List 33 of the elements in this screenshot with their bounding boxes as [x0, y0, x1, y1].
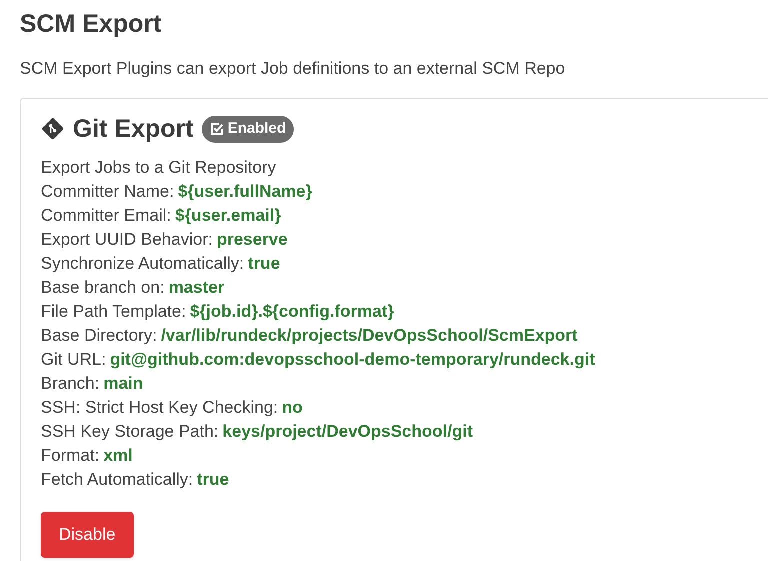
plugin-description: Export Jobs to a Git Repository — [41, 157, 276, 179]
property-value: main — [104, 373, 144, 395]
property-value: keys/project/DevOpsSchool/git — [222, 421, 474, 443]
property-value: ${job.id}.${config.format} — [190, 301, 394, 323]
property-label: Base Directory: — [41, 325, 158, 347]
property-label: Fetch Automatically: — [41, 469, 194, 491]
checkbox-check-icon — [210, 122, 224, 136]
property-value: ${user.fullName} — [178, 181, 312, 203]
property-label: File Path Template: — [41, 301, 186, 323]
enabled-badge: Enabled — [202, 116, 294, 142]
property-value: master — [168, 277, 225, 299]
property-label: Base branch on: — [41, 277, 165, 299]
property-value: /var/lib/rundeck/projects/DevOpsSchool/ScmExport — [161, 325, 578, 347]
property-label: Committer Name: — [41, 181, 174, 203]
property-value: no — [282, 397, 303, 419]
property-label: Git URL: — [41, 349, 106, 371]
property-value: preserve — [216, 229, 288, 251]
property-value: xml — [104, 445, 133, 467]
property-label: SSH Key Storage Path: — [41, 421, 219, 443]
property-value: true — [248, 253, 280, 275]
page-title: SCM Export — [20, 9, 162, 40]
property-label: Committer Email: — [41, 205, 172, 227]
property-label: Export UUID Behavior: — [41, 229, 213, 251]
property-value: true — [197, 469, 230, 491]
property-label: Synchronize Automatically: — [41, 253, 244, 275]
plugin-title: Git Export — [73, 114, 194, 144]
property-label: Format: — [41, 445, 100, 467]
property-label: SSH: Strict Host Key Checking: — [41, 397, 278, 419]
disable-button[interactable]: Disable — [41, 512, 134, 558]
property-label: Branch: — [41, 373, 100, 395]
page-description: SCM Export Plugins can export Job definitions to an external SCM Repo — [20, 58, 566, 80]
property-value: ${user.email} — [175, 205, 282, 227]
property-value: git@github.com:devopsschool-demo-temporary/rundeck.git — [110, 349, 596, 371]
